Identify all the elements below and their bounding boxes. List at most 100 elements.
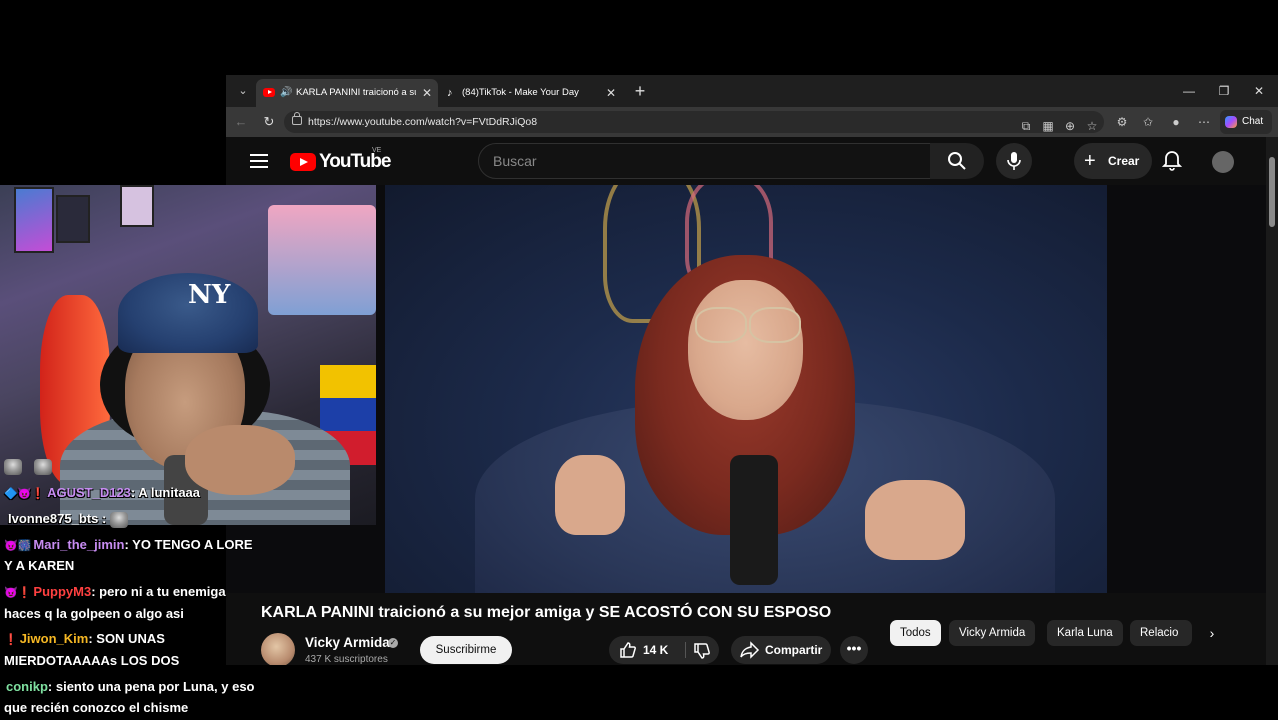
scrollbar-thumb[interactable] <box>1269 157 1275 227</box>
streamer-webcam: NY <box>0 185 376 525</box>
dislike-icon[interactable] <box>693 642 711 660</box>
tab-tiktok[interactable]: ♪ (84)TikTok - Make Your Day ✕ <box>440 79 622 107</box>
tab-youtube[interactable]: 🔊 KARLA PANINI traicionó a su r ✕ <box>256 79 438 107</box>
chat-text: : A lunitaaa <box>130 485 201 500</box>
wall-painting <box>268 205 376 315</box>
chat-text: : siento una pena por Luna, y eso <box>47 679 255 694</box>
subscriber-count: 437 K suscriptores <box>305 654 388 665</box>
search-input[interactable]: Buscar <box>478 143 932 179</box>
favorite-star-icon[interactable]: ☆ <box>1082 115 1102 137</box>
url-text: https://www.youtube.com/watch?v=FVtDdRJi… <box>308 116 538 128</box>
logo-text: YouTube <box>319 151 391 172</box>
site-info-icon[interactable] <box>292 112 302 125</box>
close-window-icon[interactable]: ✕ <box>1244 79 1274 103</box>
share-icon <box>740 641 760 659</box>
chat-text: : YO TENGO A LORE <box>124 537 253 552</box>
like-dislike-group: 14 K <box>609 636 719 664</box>
verified-icon: ✓ <box>388 638 398 648</box>
chat-text: : SON UNAS <box>88 631 165 646</box>
chat-username[interactable]: Jiwon_Kim <box>20 631 89 646</box>
translate-icon[interactable]: ⧉ <box>1016 115 1036 137</box>
glasses <box>749 307 801 343</box>
hand <box>865 480 965 560</box>
chat-username[interactable]: AGUST_D123 <box>47 485 131 500</box>
create-button[interactable]: + Crear <box>1074 143 1152 179</box>
video-player[interactable] <box>226 185 1266 593</box>
tab-bar: ⌄ 🔊 KARLA PANINI traicionó a su r ✕ ♪ (8… <box>226 75 1278 107</box>
search-button[interactable] <box>930 143 984 179</box>
chat-username[interactable]: conikp <box>6 679 48 694</box>
chat-username[interactable]: PuppyM3 <box>33 584 91 599</box>
extensions-icon[interactable]: ⚙ <box>1112 111 1132 133</box>
user-badges: 😈🎆 <box>4 540 32 552</box>
glasses <box>695 307 747 343</box>
chip-karla-luna[interactable]: Karla Luna <box>1047 620 1123 646</box>
favorites-icon[interactable]: ✩ <box>1138 111 1158 133</box>
user-badges: 😈❗ <box>4 587 32 599</box>
close-tab-icon[interactable]: ✕ <box>422 79 432 107</box>
notifications-button[interactable] <box>1161 149 1186 173</box>
face <box>688 280 803 420</box>
zoom-icon[interactable]: ⊕ <box>1060 115 1080 137</box>
address-bar[interactable]: https://www.youtube.com/watch?v=FVtDdRJi… <box>284 111 1104 133</box>
app-available-icon[interactable]: ▦ <box>1038 115 1058 137</box>
tab-title: KARLA PANINI traicionó a su r <box>296 87 416 98</box>
chevron-right-icon[interactable]: › <box>1202 621 1222 645</box>
plus-icon: + <box>1084 150 1096 172</box>
speaker-icon[interactable]: 🔊 <box>280 79 292 107</box>
like-icon[interactable] <box>619 641 637 659</box>
chat-message-continued: que recién conozco el chisme <box>4 700 189 715</box>
chip-todos[interactable]: Todos <box>890 620 941 646</box>
divider <box>685 642 686 658</box>
youtube-play-icon <box>290 153 316 171</box>
bell-icon <box>1161 151 1183 171</box>
channel-avatar[interactable] <box>261 633 295 665</box>
channel-name[interactable]: Vicky Armida <box>305 635 390 650</box>
copilot-chat-button[interactable]: Chat <box>1220 110 1272 134</box>
chat-emote-row <box>4 458 53 476</box>
emote <box>4 458 22 475</box>
subscribe-button[interactable]: Suscribirme <box>420 636 512 664</box>
close-tab-icon[interactable]: ✕ <box>606 79 616 107</box>
youtube-logo[interactable]: YouTube VE <box>290 147 391 173</box>
chip-relacionados[interactable]: Relacio <box>1130 620 1192 646</box>
chat-message: ❗ Jiwon_Kim: SON UNAS <box>4 628 165 651</box>
microphone-icon <box>1007 152 1021 170</box>
chat-message: 😈🎆 Mari_the_jimin: YO TENGO A LORE <box>4 534 253 557</box>
youtube-masthead: YouTube VE Buscar + Crear <box>226 137 1266 185</box>
share-button[interactable]: Compartir <box>731 636 831 664</box>
youtube-favicon-icon <box>263 88 275 97</box>
chat-text: : pero ni a tu enemiga <box>91 584 226 599</box>
restore-icon[interactable]: ❐ <box>1209 79 1239 103</box>
menu-icon[interactable] <box>250 154 268 168</box>
chat-message-continued: MIERDOTAAAAAs LOS DOS <box>4 653 180 668</box>
chat-username[interactable]: Mari_the_jimin <box>33 537 124 552</box>
like-count: 14 K <box>643 643 669 657</box>
create-label: Crear <box>1108 154 1140 168</box>
chat-username[interactable]: Ivonne875_bts <box>8 511 98 526</box>
minimize-icon[interactable]: — <box>1174 79 1204 103</box>
chat-message-continued: Y A KAREN <box>4 558 75 573</box>
tab-list-dropdown-icon[interactable]: ⌄ <box>232 81 254 101</box>
voice-search-button[interactable] <box>996 143 1032 179</box>
search-placeholder: Buscar <box>493 153 537 169</box>
refresh-icon[interactable]: ↻ <box>258 111 280 133</box>
copilot-icon <box>1225 116 1237 128</box>
back-icon[interactable]: ← <box>230 111 252 133</box>
chip-vicky-armida[interactable]: Vicky Armida <box>949 620 1036 646</box>
new-tab-button[interactable]: + <box>630 79 650 103</box>
profile-icon[interactable]: ● <box>1166 111 1186 133</box>
video-frame[interactable] <box>385 185 1107 593</box>
microphone <box>730 455 778 585</box>
chat-text: : <box>98 511 107 526</box>
page-scrollbar[interactable] <box>1266 137 1278 665</box>
more-menu-icon[interactable]: ⋯ <box>1194 111 1214 133</box>
emote <box>109 511 128 528</box>
poster <box>14 187 54 253</box>
share-label: Compartir <box>765 643 823 657</box>
user-badges: 🔷😈❗ <box>4 488 46 500</box>
more-actions-button[interactable]: ••• <box>840 636 868 664</box>
tab-title: (84)TikTok - Make Your Day <box>462 87 579 98</box>
poster <box>120 185 154 227</box>
account-avatar[interactable] <box>1212 151 1234 173</box>
